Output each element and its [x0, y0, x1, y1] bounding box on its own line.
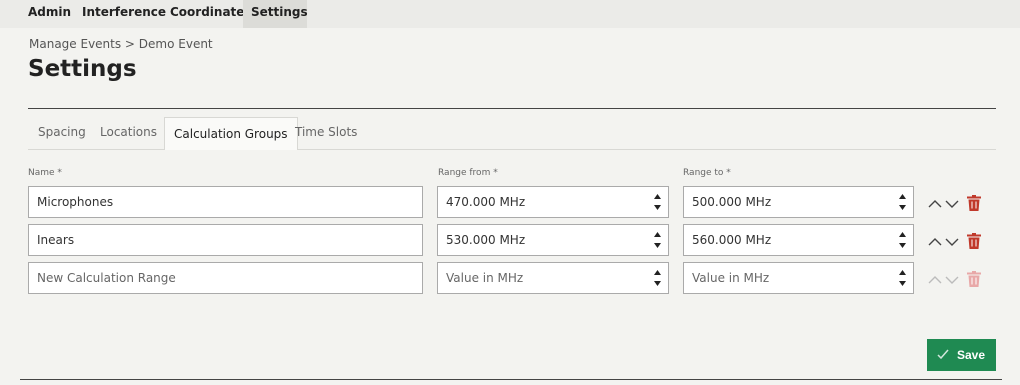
column-label-name: Name *	[28, 168, 62, 178]
column-label-range-to: Range to *	[683, 168, 731, 178]
spinner-icon[interactable]	[653, 268, 662, 288]
spinner-icon[interactable]	[898, 268, 907, 288]
chevron-up-icon	[928, 276, 942, 284]
move-arrows[interactable]	[928, 196, 962, 212]
nav-item-admin[interactable]: Admin	[20, 0, 79, 28]
range-from-value: 470.000 MHz	[446, 195, 526, 209]
tab-time-slots[interactable]: Time Slots	[295, 125, 357, 139]
range-to-placeholder: Value in MHz	[692, 271, 770, 285]
nav-item-coordinate[interactable]: Coordinate	[162, 0, 252, 28]
range-from-field[interactable]: 530.000 MHz	[437, 224, 669, 256]
move-arrows-disabled	[928, 272, 962, 288]
column-label-range-from: Range from *	[438, 168, 498, 178]
trash-icon[interactable]	[967, 233, 981, 249]
spinner-icon[interactable]	[898, 230, 907, 250]
range-from-placeholder: Value in MHz	[446, 271, 524, 285]
new-range-from-field[interactable]: Value in MHz	[437, 262, 669, 294]
chevron-down-icon	[945, 200, 959, 208]
chevron-up-icon	[928, 238, 942, 246]
check-icon	[937, 339, 951, 371]
tab-locations[interactable]: Locations	[100, 125, 157, 139]
tab-spacing[interactable]: Spacing	[38, 125, 86, 139]
range-from-field[interactable]: 470.000 MHz	[437, 186, 669, 218]
title-divider	[28, 108, 996, 109]
range-from-value: 530.000 MHz	[446, 233, 526, 247]
chevron-down-icon	[945, 238, 959, 246]
trash-icon[interactable]	[967, 195, 981, 211]
nav-item-interference[interactable]: Interference	[74, 0, 174, 28]
nav-item-settings[interactable]: Settings	[243, 0, 308, 28]
breadcrumb: Manage Events > Demo Event	[29, 37, 213, 51]
spinner-icon[interactable]	[653, 230, 662, 250]
chevron-up-icon	[928, 200, 942, 208]
range-to-value: 560.000 MHz	[692, 233, 772, 247]
tab-calculation-groups[interactable]: Calculation Groups	[164, 117, 298, 150]
move-arrows[interactable]	[928, 234, 962, 250]
trash-icon	[967, 271, 981, 287]
range-to-field[interactable]: 560.000 MHz	[683, 224, 914, 256]
spinner-icon[interactable]	[898, 192, 907, 212]
name-field[interactable]: Microphones	[28, 186, 423, 218]
top-nav: Admin Interference Coordinate Settings	[0, 0, 1020, 28]
save-label: Save	[957, 348, 986, 362]
page-title: Settings	[28, 56, 137, 82]
new-name-field[interactable]: New Calculation Range	[28, 262, 423, 294]
name-field[interactable]: Inears	[28, 224, 423, 256]
chevron-down-icon	[945, 276, 959, 284]
bottom-divider	[20, 379, 1002, 380]
range-to-value: 500.000 MHz	[692, 195, 772, 209]
range-to-field[interactable]: 500.000 MHz	[683, 186, 914, 218]
spinner-icon[interactable]	[653, 192, 662, 212]
save-button[interactable]: Save	[927, 339, 996, 371]
new-range-to-field[interactable]: Value in MHz	[683, 262, 914, 294]
